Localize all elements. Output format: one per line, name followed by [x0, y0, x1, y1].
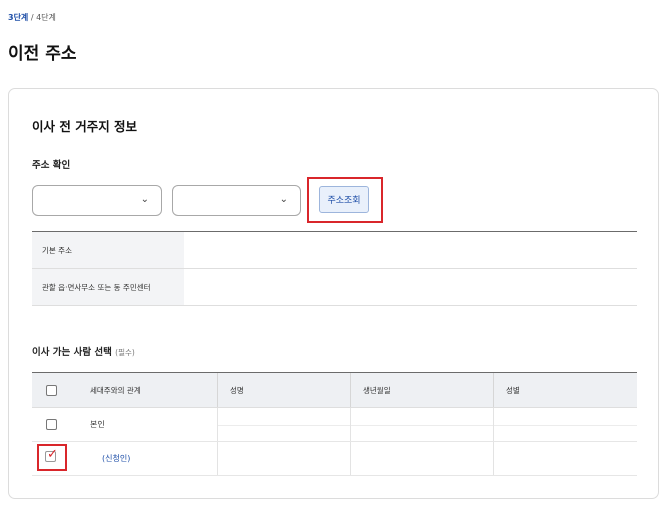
birth-cell — [351, 408, 494, 441]
lookup-button-highlight: 주소조회 — [307, 177, 383, 223]
table-row: ✓ (신청인) — [32, 442, 637, 476]
previous-address-card: 이사 전 거주지 정보 주소 확인 ⌄ ⌄ 주소조회 기본 주소 관할 읍·면사… — [8, 88, 659, 499]
table-row: 본인 — [32, 408, 637, 442]
checkmark-icon: ✓ — [47, 447, 58, 462]
info-row-office: 관할 읍·면사무소 또는 동 주민센터 — [32, 269, 637, 306]
breadcrumb: 3단계 / 4단계 — [8, 12, 56, 23]
checkbox-highlight: ✓ — [37, 444, 67, 471]
breadcrumb-current-step: 3단계 — [8, 13, 29, 22]
column-name: 성명 — [218, 373, 351, 407]
row-checkbox-cell — [32, 408, 72, 441]
chevron-down-icon: ⌄ — [140, 194, 149, 205]
breadcrumb-separator: / — [28, 13, 37, 22]
gender-cell — [494, 442, 637, 475]
movers-table: 세대주와의 관계 성명 생년월일 성별 본인 ✓ (신청인) — [32, 372, 637, 476]
gender-cell — [494, 408, 637, 441]
basic-address-value — [184, 232, 637, 268]
relation-cell: (신청인) — [72, 442, 218, 475]
address-info-table: 기본 주소 관할 읍·면사무소 또는 동 주민센터 — [32, 231, 637, 306]
row-checkbox-checked[interactable]: ✓ — [45, 447, 58, 462]
movers-title: 이사 가는 사람 선택 (필수) — [32, 344, 135, 358]
region-select-1[interactable]: ⌄ — [32, 185, 162, 216]
column-relation: 세대주와의 관계 — [72, 373, 218, 407]
birth-cell — [351, 442, 494, 475]
page-title: 이전 주소 — [8, 44, 77, 64]
section-title: 이사 전 거주지 정보 — [32, 119, 138, 134]
breadcrumb-next-step: 4단계 — [36, 13, 56, 22]
office-value — [184, 269, 637, 305]
header-checkbox-cell — [32, 373, 72, 407]
name-cell — [218, 442, 351, 475]
region-select-2[interactable]: ⌄ — [172, 185, 301, 216]
column-gender: 성별 — [506, 385, 520, 395]
applicant-link[interactable]: (신청인) — [90, 453, 130, 464]
office-label: 관할 읍·면사무소 또는 동 주민센터 — [32, 269, 184, 305]
required-marker: (필수) — [115, 348, 135, 357]
column-birth: 생년월일 — [351, 373, 494, 407]
row-checkbox-cell: ✓ — [32, 442, 72, 475]
select-all-checkbox[interactable] — [46, 385, 57, 396]
relation-cell: 본인 — [72, 408, 218, 441]
name-cell — [218, 408, 351, 441]
address-confirm-label: 주소 확인 — [32, 160, 71, 171]
movers-title-text: 이사 가는 사람 선택 — [32, 347, 112, 358]
info-row-basic-address: 기본 주소 — [32, 232, 637, 269]
table-header: 세대주와의 관계 성명 생년월일 성별 — [32, 373, 637, 408]
chevron-down-icon: ⌄ — [279, 194, 288, 205]
address-lookup-button[interactable]: 주소조회 — [319, 186, 369, 213]
basic-address-label: 기본 주소 — [32, 232, 184, 268]
row-checkbox[interactable] — [46, 419, 57, 430]
